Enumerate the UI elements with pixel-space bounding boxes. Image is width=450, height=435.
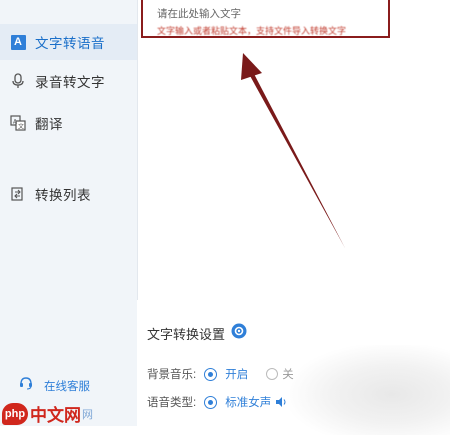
background-music-on-radio[interactable]	[204, 367, 218, 381]
svg-text:文: 文	[18, 123, 24, 131]
sidebar-item-convert-list[interactable]: 转换列表	[0, 176, 137, 212]
online-support-link[interactable]: 在线客服	[18, 375, 90, 396]
voice-type-radio[interactable]	[204, 395, 218, 409]
translate-icon: A 文	[9, 114, 27, 132]
settings-title: 文字转换设置	[147, 327, 226, 342]
input-hint: 文字输入或者粘贴文本，支持文件导入转换文字	[157, 26, 347, 36]
sidebar-item-translate[interactable]: A 文 翻译	[0, 105, 137, 141]
voice-type-value: 标准女声	[225, 397, 272, 409]
headset-icon	[18, 375, 34, 396]
background-music-label: 背景音乐:	[147, 369, 197, 381]
site-watermark: php 中文网 网	[2, 401, 93, 426]
background-music-row: 背景音乐: 开启 关	[147, 366, 294, 382]
watermark-logo: php	[2, 402, 28, 425]
background-music-off-radio[interactable]	[266, 368, 279, 380]
blurred-overlay	[290, 345, 450, 435]
text-input-box[interactable]: 请在此处输入文字 文字输入或者粘贴文本，支持文件导入转换文字	[141, 0, 390, 38]
input-placeholder: 请在此处输入文字	[157, 8, 241, 20]
speaker-icon[interactable]	[275, 396, 287, 408]
sidebar-item-label: 录音转文字	[35, 75, 105, 90]
watermark-suffix: 网	[82, 408, 93, 421]
sidebar: A 文字转语音 录音转文字 A 文 翻译 转换列表 在线客服	[0, 0, 138, 426]
sidebar-item-label: 文字转语音	[35, 36, 105, 51]
support-label: 在线客服	[44, 380, 90, 393]
watermark-text: 中文网	[30, 406, 81, 425]
convert-list-icon	[9, 185, 27, 203]
sidebar-item-label: 转换列表	[35, 188, 91, 203]
gear-icon[interactable]	[230, 322, 248, 340]
voice-type-row: 语音类型: 标准女声	[147, 394, 287, 410]
text-to-speech-icon: A	[9, 33, 27, 51]
sidebar-item-text-to-speech[interactable]: A 文字转语音	[0, 24, 137, 60]
sidebar-item-label: 翻译	[35, 117, 63, 132]
background-music-on-label: 开启	[225, 369, 249, 381]
voice-type-label: 语音类型:	[147, 397, 197, 409]
sidebar-item-speech-to-text[interactable]: 录音转文字	[0, 63, 137, 99]
text-editor-area[interactable]	[137, 0, 450, 301]
microphone-icon	[9, 72, 27, 90]
